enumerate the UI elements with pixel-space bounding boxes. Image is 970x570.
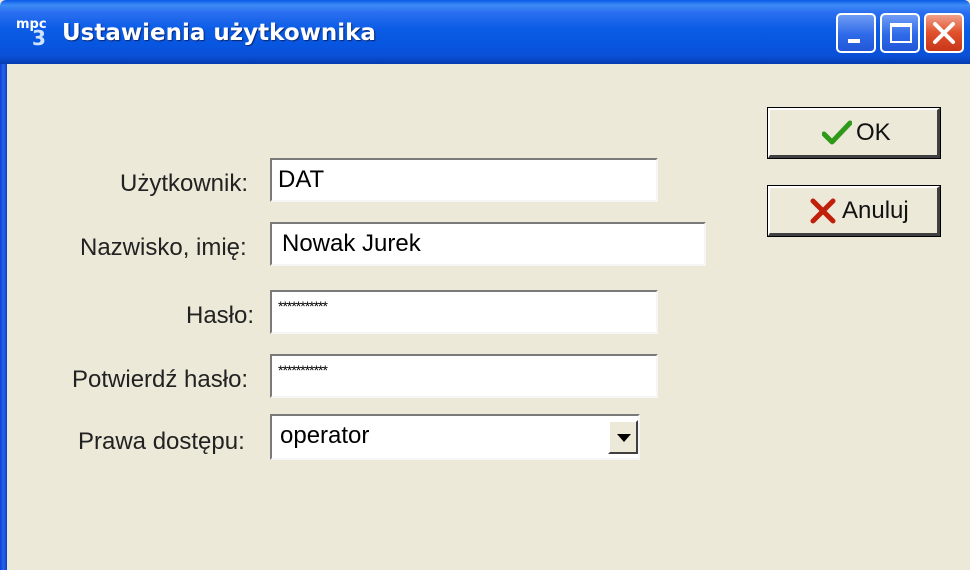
password-input[interactable]: *********** — [270, 290, 658, 334]
user-settings-window: mpc 3 Ustawienia użytkownika Użytkownik:… — [0, 0, 970, 570]
name-label: Nazwisko, imię: — [80, 234, 247, 261]
checkmark-icon — [822, 120, 852, 145]
chevron-down-icon — [617, 434, 631, 442]
password-confirm-input[interactable]: *********** — [270, 354, 658, 398]
close-button[interactable] — [924, 13, 964, 53]
ok-button[interactable]: OK — [767, 107, 941, 159]
title-bar[interactable]: mpc 3 Ustawienia użytkownika — [0, 0, 970, 64]
password-label: Hasło: — [186, 302, 255, 329]
access-dropdown-button[interactable] — [608, 420, 638, 454]
access-label: Prawa dostępu: — [78, 428, 245, 455]
minimize-icon — [848, 39, 860, 43]
user-input[interactable]: DAT — [270, 158, 658, 202]
maximize-icon — [890, 23, 912, 43]
cancel-label: Anuluj — [842, 197, 909, 224]
name-input[interactable]: Nowak Jurek — [270, 222, 706, 266]
user-label: Użytkownik: — [120, 170, 249, 197]
minimize-button[interactable] — [836, 13, 876, 53]
password-confirm-label: Potwierdź hasło: — [72, 366, 249, 393]
window-left-border — [0, 64, 7, 570]
app-icon: mpc 3 — [16, 18, 50, 50]
app-icon-big-text: 3 — [32, 26, 46, 50]
cancel-button[interactable]: Anuluj — [767, 185, 941, 237]
window-title: Ustawienia użytkownika — [62, 20, 376, 46]
maximize-button[interactable] — [880, 13, 920, 53]
access-select-value: operator — [280, 422, 370, 449]
x-icon — [810, 198, 836, 224]
access-select[interactable]: operator — [270, 414, 640, 460]
close-icon — [933, 22, 955, 44]
ok-label: OK — [856, 119, 891, 146]
